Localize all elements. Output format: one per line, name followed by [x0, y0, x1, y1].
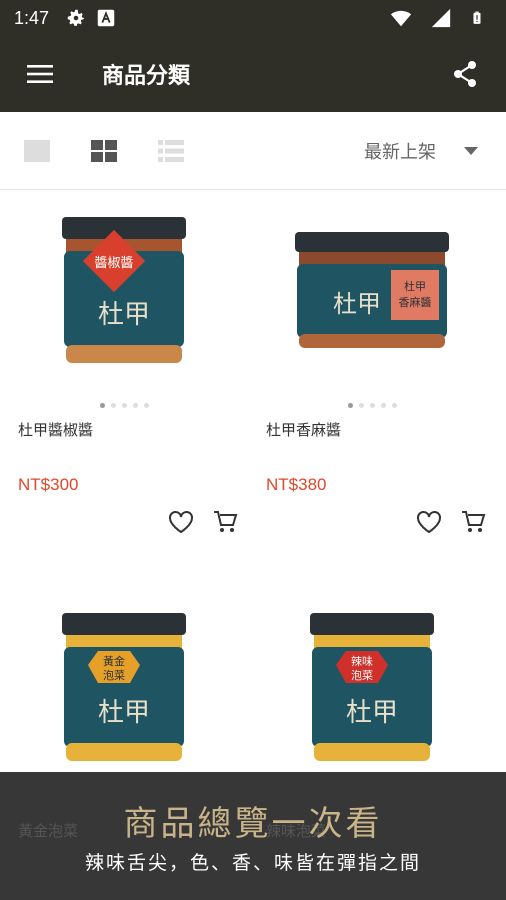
- jar-image: 杜甲 香麻醬 杜甲: [295, 232, 449, 348]
- product-image[interactable]: 醬椒醬 杜甲: [0, 191, 248, 391]
- product-actions: [416, 509, 486, 535]
- add-to-cart-button[interactable]: [460, 509, 486, 535]
- promo-subline: 辣味舌尖，色、香、味皆在彈指之間: [84, 852, 421, 874]
- promo-headline: 商品總覽一次看: [123, 804, 383, 844]
- product-price: NT$300: [18, 475, 79, 494]
- share-icon: [454, 61, 476, 87]
- add-to-cart-button[interactable]: [212, 509, 238, 535]
- grid-view-button[interactable]: [89, 136, 119, 166]
- status-time: 1:47: [14, 7, 50, 28]
- product-price: NT$380: [266, 475, 327, 494]
- jar-brand: 杜甲: [333, 290, 381, 318]
- heart-icon: [417, 511, 441, 534]
- jar-brand: 杜甲: [98, 698, 150, 728]
- status-bar: 1:47: [0, 0, 506, 36]
- favorite-button[interactable]: [416, 509, 442, 535]
- promo-banner[interactable]: 黃金泡菜 辣味泡菜 商品總覽一次看 辣味舌尖，色、香、味皆在彈指之間: [0, 772, 506, 900]
- battery-icon: [473, 11, 481, 24]
- svg-text:辣味: 辣味: [351, 654, 373, 668]
- caret-down-icon: [464, 146, 478, 155]
- app-bar: 商品分類: [0, 36, 506, 112]
- single-view-icon: [24, 139, 50, 162]
- a-icon: [97, 9, 115, 27]
- share-button[interactable]: [448, 57, 482, 91]
- sort-dropdown[interactable]: 最新上架: [364, 138, 484, 164]
- product-image[interactable]: 黃金 泡菜 杜甲: [0, 589, 248, 789]
- grid-view-icon: [91, 139, 117, 162]
- product-actions: [168, 509, 238, 535]
- product-name[interactable]: 杜甲香麻醬: [266, 419, 341, 440]
- image-pager-dots: [0, 403, 248, 408]
- jar-image: 黃金 泡菜 杜甲: [62, 613, 186, 761]
- jar-brand: 杜甲: [98, 300, 150, 330]
- image-pager-dots: [248, 403, 496, 408]
- cart-icon: [214, 511, 238, 532]
- heart-icon: [169, 511, 193, 534]
- product-image[interactable]: 杜甲 香麻醬 杜甲: [248, 191, 496, 391]
- single-view-button[interactable]: [22, 136, 52, 166]
- menu-button[interactable]: [24, 58, 56, 90]
- jar-image: 辣味 泡菜 杜甲: [310, 613, 434, 761]
- svg-text:黃金: 黃金: [103, 654, 125, 668]
- product-image[interactable]: 辣味 泡菜 杜甲: [248, 589, 496, 789]
- hamburger-icon: [27, 65, 53, 83]
- svg-text:杜甲: 杜甲: [404, 279, 426, 293]
- svg-text:香麻醬: 香麻醬: [399, 295, 432, 309]
- jar-image: 醬椒醬 杜甲: [62, 217, 186, 363]
- cart-icon: [462, 511, 486, 532]
- favorite-button[interactable]: [168, 509, 194, 535]
- svg-text:醬椒醬: 醬椒醬: [94, 255, 133, 271]
- jar-brand: 杜甲: [346, 698, 398, 728]
- settings-icon: [67, 9, 85, 26]
- svg-text:泡菜: 泡菜: [351, 668, 373, 682]
- list-view-icon: [158, 139, 184, 162]
- signal-icon: [431, 8, 451, 28]
- page-title: 商品分類: [102, 64, 191, 89]
- svg-text:泡菜: 泡菜: [103, 668, 125, 682]
- sort-label: 最新上架: [364, 141, 436, 163]
- view-toolbar: 最新上架: [0, 112, 506, 190]
- list-view-button[interactable]: [156, 136, 186, 166]
- product-name[interactable]: 杜甲醬椒醬: [18, 419, 93, 440]
- wifi-icon: [390, 10, 412, 27]
